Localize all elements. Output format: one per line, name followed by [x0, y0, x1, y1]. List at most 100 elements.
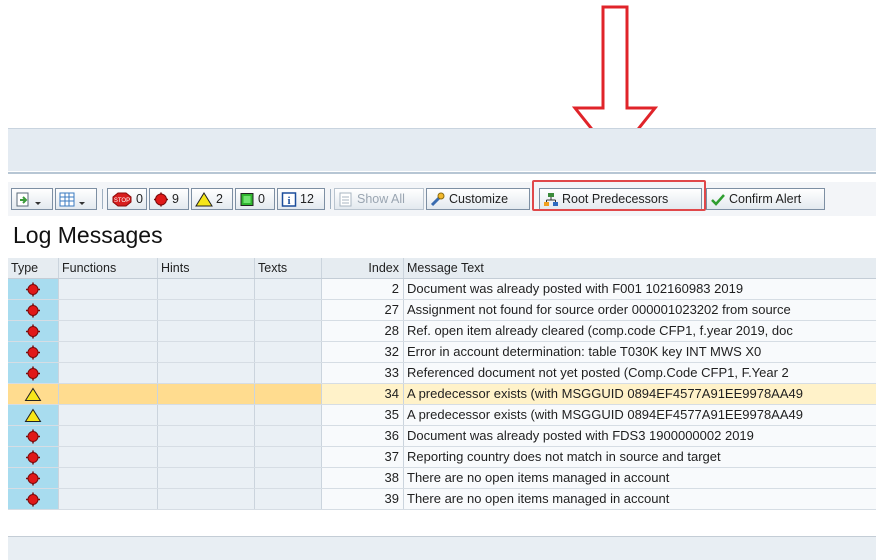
- row-hints-cell[interactable]: [158, 300, 255, 320]
- row-message-cell[interactable]: Referenced document not yet posted (Comp…: [404, 363, 876, 383]
- row-hints-cell[interactable]: [158, 468, 255, 488]
- row-texts-cell[interactable]: [255, 279, 322, 299]
- row-index-cell[interactable]: 39: [322, 489, 404, 509]
- row-type-cell[interactable]: [8, 321, 59, 341]
- warning-icon: [24, 387, 42, 402]
- row-texts-cell[interactable]: [255, 426, 322, 446]
- table-row[interactable]: 39 There are no open items managed in acc…: [8, 489, 876, 510]
- row-index-cell[interactable]: 35: [322, 405, 404, 425]
- table-row[interactable]: 32 Error in account determination: table …: [8, 342, 876, 363]
- filter-success-button[interactable]: 0: [235, 188, 275, 210]
- table-row[interactable]: 27 Assignment not found for source order …: [8, 300, 876, 321]
- row-hints-cell[interactable]: [158, 321, 255, 341]
- row-functions-cell[interactable]: [59, 447, 158, 467]
- row-texts-cell[interactable]: [255, 384, 322, 404]
- row-type-cell[interactable]: [8, 300, 59, 320]
- row-message-cell[interactable]: There are no open items managed in accou…: [404, 489, 876, 509]
- customize-button[interactable]: Customize: [426, 188, 530, 210]
- row-texts-cell[interactable]: [255, 342, 322, 362]
- table-row[interactable]: 34 A predecessor exists (with MSGGUID 089…: [8, 384, 876, 405]
- details-button[interactable]: [11, 188, 53, 210]
- row-index-cell[interactable]: 28: [322, 321, 404, 341]
- row-hints-cell[interactable]: [158, 363, 255, 383]
- filter-warning-button[interactable]: 2: [191, 188, 233, 210]
- row-message-cell[interactable]: There are no open items managed in accou…: [404, 468, 876, 488]
- row-type-cell[interactable]: [8, 489, 59, 509]
- row-functions-cell[interactable]: [59, 279, 158, 299]
- row-texts-cell[interactable]: [255, 321, 322, 341]
- row-functions-cell[interactable]: [59, 342, 158, 362]
- column-header-type[interactable]: Type: [8, 258, 59, 278]
- error-count: 9: [172, 192, 179, 206]
- row-functions-cell[interactable]: [59, 489, 158, 509]
- row-message-cell[interactable]: Document was already posted with FDS3 19…: [404, 426, 876, 446]
- row-texts-cell[interactable]: [255, 300, 322, 320]
- table-row[interactable]: 2 Document was already posted with F001 1…: [8, 279, 876, 300]
- row-texts-cell[interactable]: [255, 468, 322, 488]
- row-index-cell[interactable]: 2: [322, 279, 404, 299]
- column-header-hints[interactable]: Hints: [158, 258, 255, 278]
- column-header-texts[interactable]: Texts: [255, 258, 322, 278]
- table-row[interactable]: 36 Document was already posted with FDS3 …: [8, 426, 876, 447]
- row-type-cell[interactable]: [8, 363, 59, 383]
- row-type-cell[interactable]: [8, 468, 59, 488]
- column-header-message[interactable]: Message Text: [404, 258, 876, 278]
- column-header-functions[interactable]: Functions: [59, 258, 158, 278]
- row-type-cell[interactable]: [8, 447, 59, 467]
- svg-text:STOP: STOP: [114, 198, 130, 204]
- row-functions-cell[interactable]: [59, 426, 158, 446]
- row-message-cell[interactable]: Reporting country does not match in sour…: [404, 447, 876, 467]
- row-functions-cell[interactable]: [59, 405, 158, 425]
- row-type-cell[interactable]: [8, 405, 59, 425]
- row-functions-cell[interactable]: [59, 363, 158, 383]
- row-texts-cell[interactable]: [255, 405, 322, 425]
- row-message-cell[interactable]: Ref. open item already cleared (comp.cod…: [404, 321, 876, 341]
- row-functions-cell[interactable]: [59, 384, 158, 404]
- success-icon: [239, 192, 255, 207]
- row-functions-cell[interactable]: [59, 468, 158, 488]
- row-type-cell[interactable]: [8, 426, 59, 446]
- row-message-cell[interactable]: A predecessor exists (with MSGGUID 0894E…: [404, 384, 876, 404]
- table-row[interactable]: 37 Reporting country does not match in so…: [8, 447, 876, 468]
- row-hints-cell[interactable]: [158, 447, 255, 467]
- row-hints-cell[interactable]: [158, 279, 255, 299]
- confirm-alert-button[interactable]: Confirm Alert: [706, 188, 825, 210]
- row-index-cell[interactable]: 36: [322, 426, 404, 446]
- row-message-cell[interactable]: Error in account determination: table T0…: [404, 342, 876, 362]
- row-message-cell[interactable]: Document was already posted with F001 10…: [404, 279, 876, 299]
- row-hints-cell[interactable]: [158, 342, 255, 362]
- row-texts-cell[interactable]: [255, 489, 322, 509]
- table-row[interactable]: 35 A predecessor exists (with MSGGUID 089…: [8, 405, 876, 426]
- row-hints-cell[interactable]: [158, 426, 255, 446]
- show-all-button[interactable]: Show All: [334, 188, 424, 210]
- row-index-cell[interactable]: 38: [322, 468, 404, 488]
- row-index-cell[interactable]: 33: [322, 363, 404, 383]
- row-texts-cell[interactable]: [255, 447, 322, 467]
- layout-button[interactable]: [55, 188, 97, 210]
- row-type-cell[interactable]: [8, 342, 59, 362]
- filter-info-button[interactable]: i 12: [277, 188, 325, 210]
- row-index-cell[interactable]: 34: [322, 384, 404, 404]
- table-row[interactable]: 38 There are no open items managed in acc…: [8, 468, 876, 489]
- customize-label: Customize: [449, 192, 509, 206]
- row-message-cell[interactable]: A predecessor exists (with MSGGUID 0894E…: [404, 405, 876, 425]
- row-index-cell[interactable]: 32: [322, 342, 404, 362]
- error-icon: [25, 492, 41, 507]
- row-type-cell[interactable]: [8, 384, 59, 404]
- row-hints-cell[interactable]: [158, 489, 255, 509]
- table-row[interactable]: 33 Referenced document not yet posted (Co…: [8, 363, 876, 384]
- table-row[interactable]: 28 Ref. open item already cleared (comp.c…: [8, 321, 876, 342]
- filter-error-button[interactable]: 9: [149, 188, 189, 210]
- filter-stop-button[interactable]: STOP 0: [107, 188, 147, 210]
- row-type-cell[interactable]: [8, 279, 59, 299]
- row-message-cell[interactable]: Assignment not found for source order 00…: [404, 300, 876, 320]
- row-index-cell[interactable]: 37: [322, 447, 404, 467]
- row-index-cell[interactable]: 27: [322, 300, 404, 320]
- column-header-index[interactable]: Index: [322, 258, 404, 278]
- row-hints-cell[interactable]: [158, 384, 255, 404]
- row-texts-cell[interactable]: [255, 363, 322, 383]
- row-hints-cell[interactable]: [158, 405, 255, 425]
- success-count: 0: [258, 192, 265, 206]
- row-functions-cell[interactable]: [59, 300, 158, 320]
- row-functions-cell[interactable]: [59, 321, 158, 341]
